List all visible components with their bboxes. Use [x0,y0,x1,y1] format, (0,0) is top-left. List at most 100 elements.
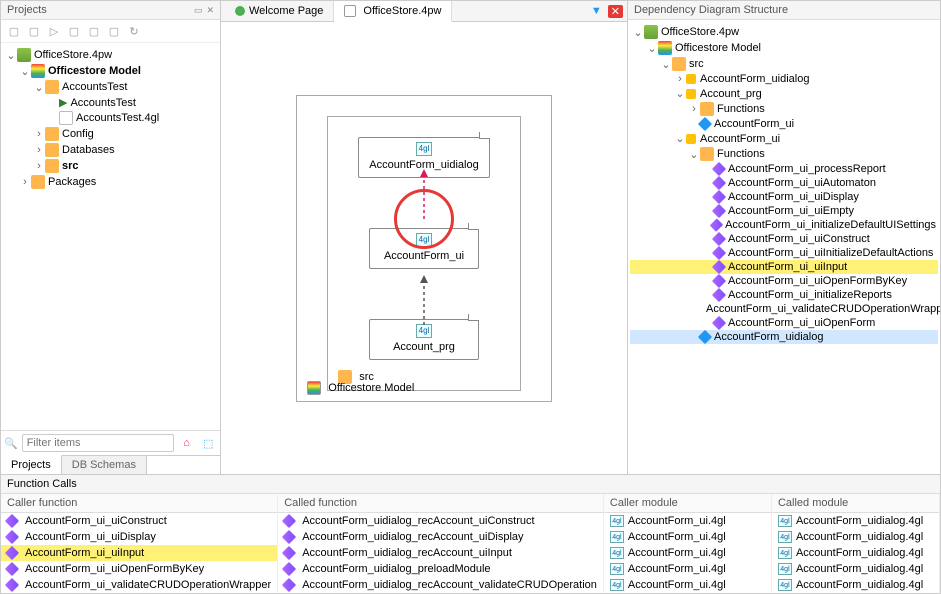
table-cell[interactable]: AccountForm_ui_uiDisplay [1,529,277,545]
tree-item[interactable]: ⌄Functions [630,146,938,162]
expand-icon[interactable]: › [19,176,31,188]
tree-item[interactable]: ⌄src [630,56,938,72]
dependency-tree[interactable]: ⌄OfficeStore.4pw⌄Officestore Model⌄src›A… [628,20,940,474]
tree-item[interactable]: AccountForm_ui_uiDisplay [630,190,938,204]
tree-item[interactable]: AccountForm_ui_initializeReports [630,288,938,302]
table-cell[interactable]: AccountForm_ui_uiConstruct [1,513,277,529]
tree-item[interactable]: AccountForm_ui_uiInitializeDefaultAction… [630,246,938,260]
filter-btn[interactable]: ⬚ [199,434,217,452]
table-cell[interactable]: AccountForm_uidialog_recAccount_uiInput [278,545,603,561]
expand-icon[interactable]: › [688,103,700,115]
close-icon[interactable]: ✕ [206,5,214,16]
toolbar-btn[interactable]: ▢ [25,22,43,40]
collapse-icon[interactable]: ⌄ [632,26,644,39]
tree-item[interactable]: AccountForm_ui_uiOpenForm [630,316,938,330]
tree-item[interactable]: › src [3,158,218,174]
table-cell[interactable]: 4glAccountForm_uidialog.4gl [772,561,939,577]
table-cell[interactable]: 4glAccountForm_ui.4gl [604,545,771,561]
table-cell[interactable]: 4glAccountForm_ui.4gl [604,529,771,545]
tree-item[interactable]: ›Config [3,126,218,142]
tree-item[interactable]: ⌄AccountForm_ui [630,131,938,146]
cell-text: AccountForm_ui.4gl [628,579,726,591]
src-container: 4gl AccountForm_uidialog 4gl AccountForm… [327,116,520,391]
minimize-view-icon[interactable]: ▼ [591,5,602,17]
model-container: 4gl AccountForm_uidialog 4gl AccountForm… [296,95,551,402]
collapse-icon[interactable]: ⌄ [674,132,686,145]
projects-tree[interactable]: ⌄OfficeStore.4pw⌄Officestore Model⌄Accou… [1,43,220,430]
expand-icon[interactable]: › [33,160,45,172]
tree-item[interactable]: ⌄Account_prg [630,86,938,101]
tree-item[interactable]: ⌄AccountsTest [3,79,218,95]
tree-item[interactable]: AccountForm_ui_validateCRUDOperationWrap… [630,302,938,316]
tree-item[interactable]: ▶AccountsTest [3,95,218,110]
tree-item[interactable]: AccountForm_ui_uiInput [630,260,938,274]
cell-text: AccountForm_ui_uiConstruct [25,515,167,527]
toolbar-btn[interactable]: ↻ [125,22,143,40]
table-cell[interactable]: AccountForm_uidialog_preloadModule [278,561,603,577]
toolbar-btn[interactable]: ▢ [65,22,83,40]
collapse-icon[interactable]: ⌄ [660,58,672,71]
table-cell[interactable]: AccountForm_ui_uiOpenFormByKey [1,561,277,577]
tree-item[interactable]: AccountForm_ui_uiOpenFormByKey [630,274,938,288]
module-icon [686,74,696,84]
function-calls-table[interactable]: Caller function AccountForm_ui_uiConstruc… [1,494,940,593]
tree-item[interactable]: AccountForm_uidialog [630,330,938,344]
module-icon [686,89,696,99]
tree-item[interactable]: ⌄OfficeStore.4pw [3,47,218,63]
close-editor-icon[interactable]: ✕ [608,5,623,18]
toolbar-btn[interactable]: ▷ [45,22,63,40]
tree-item-label: src [62,160,79,172]
tab-officestore[interactable]: OfficeStore.4pw [334,1,452,22]
tab-db-schemas[interactable]: DB Schemas [62,456,147,474]
tree-item[interactable]: ›Packages [3,174,218,190]
table-cell[interactable]: 4glAccountForm_ui.4gl [604,561,771,577]
column-header[interactable]: Caller module [604,494,771,513]
tree-item[interactable]: ⌄OfficeStore.4pw [630,24,938,40]
column-header[interactable]: Called function [278,494,603,513]
table-cell[interactable]: 4glAccountForm_uidialog.4gl [772,513,939,529]
tree-item[interactable]: AccountForm_ui_uiConstruct [630,232,938,246]
tree-item[interactable]: AccountsTest.4gl [3,110,218,126]
filter-input[interactable] [22,434,174,452]
collapse-icon[interactable]: ⌄ [688,148,700,161]
toolbar-btn[interactable]: ▢ [5,22,23,40]
expand-icon[interactable]: › [33,128,45,140]
tree-item[interactable]: ›Functions [630,101,938,117]
table-cell[interactable]: AccountForm_uidialog_recAccount_validate… [278,577,603,593]
minimize-icon[interactable]: ▭ [194,5,203,16]
tab-projects[interactable]: Projects [1,455,62,474]
collapse-icon[interactable]: ⌄ [674,87,686,100]
diagram-canvas[interactable]: 4gl AccountForm_uidialog 4gl AccountForm… [221,22,627,474]
table-cell[interactable]: AccountForm_ui_validateCRUDOperationWrap… [1,577,277,593]
expand-icon[interactable]: › [674,73,686,85]
table-cell[interactable]: AccountForm_uidialog_recAccount_uiConstr… [278,513,603,529]
table-cell[interactable]: 4glAccountForm_ui.4gl [604,577,771,593]
column-header[interactable]: Caller function [1,494,277,513]
tree-item[interactable]: ⌄Officestore Model [630,40,938,56]
tab-welcome[interactable]: Welcome Page [225,1,334,21]
table-cell[interactable]: AccountForm_ui_uiInput [1,545,277,561]
collapse-icon[interactable]: ⌄ [19,65,31,78]
collapse-icon[interactable]: ⌄ [646,42,658,55]
tree-item[interactable]: AccountForm_ui_uiAutomaton [630,176,938,190]
column-header[interactable]: Called module [772,494,939,513]
table-cell[interactable]: 4glAccountForm_uidialog.4gl [772,545,939,561]
toolbar-btn[interactable]: ▢ [85,22,103,40]
tree-item[interactable]: ›AccountForm_uidialog [630,72,938,86]
collapse-icon[interactable]: ⌄ [33,81,45,94]
table-cell[interactable]: 4glAccountForm_uidialog.4gl [772,529,939,545]
tree-item[interactable]: AccountForm_ui_processReport [630,162,938,176]
collapse-icon[interactable]: ⌄ [5,49,17,62]
tree-item[interactable]: ⌄Officestore Model [3,63,218,79]
node-account-prg[interactable]: 4gl Account_prg [369,319,479,360]
tree-item[interactable]: AccountForm_ui_uiEmpty [630,204,938,218]
tree-item[interactable]: AccountForm_ui [630,117,938,131]
tree-item[interactable]: ›Databases [3,142,218,158]
table-cell[interactable]: 4glAccountForm_ui.4gl [604,513,771,529]
tree-item[interactable]: AccountForm_ui_initializeDefaultUISettin… [630,218,938,232]
filter-btn[interactable]: ⌂ [178,434,196,452]
toolbar-btn[interactable]: ▢ [105,22,123,40]
table-cell[interactable]: 4glAccountForm_uidialog.4gl [772,577,939,593]
table-cell[interactable]: AccountForm_uidialog_recAccount_uiDispla… [278,529,603,545]
expand-icon[interactable]: › [33,144,45,156]
